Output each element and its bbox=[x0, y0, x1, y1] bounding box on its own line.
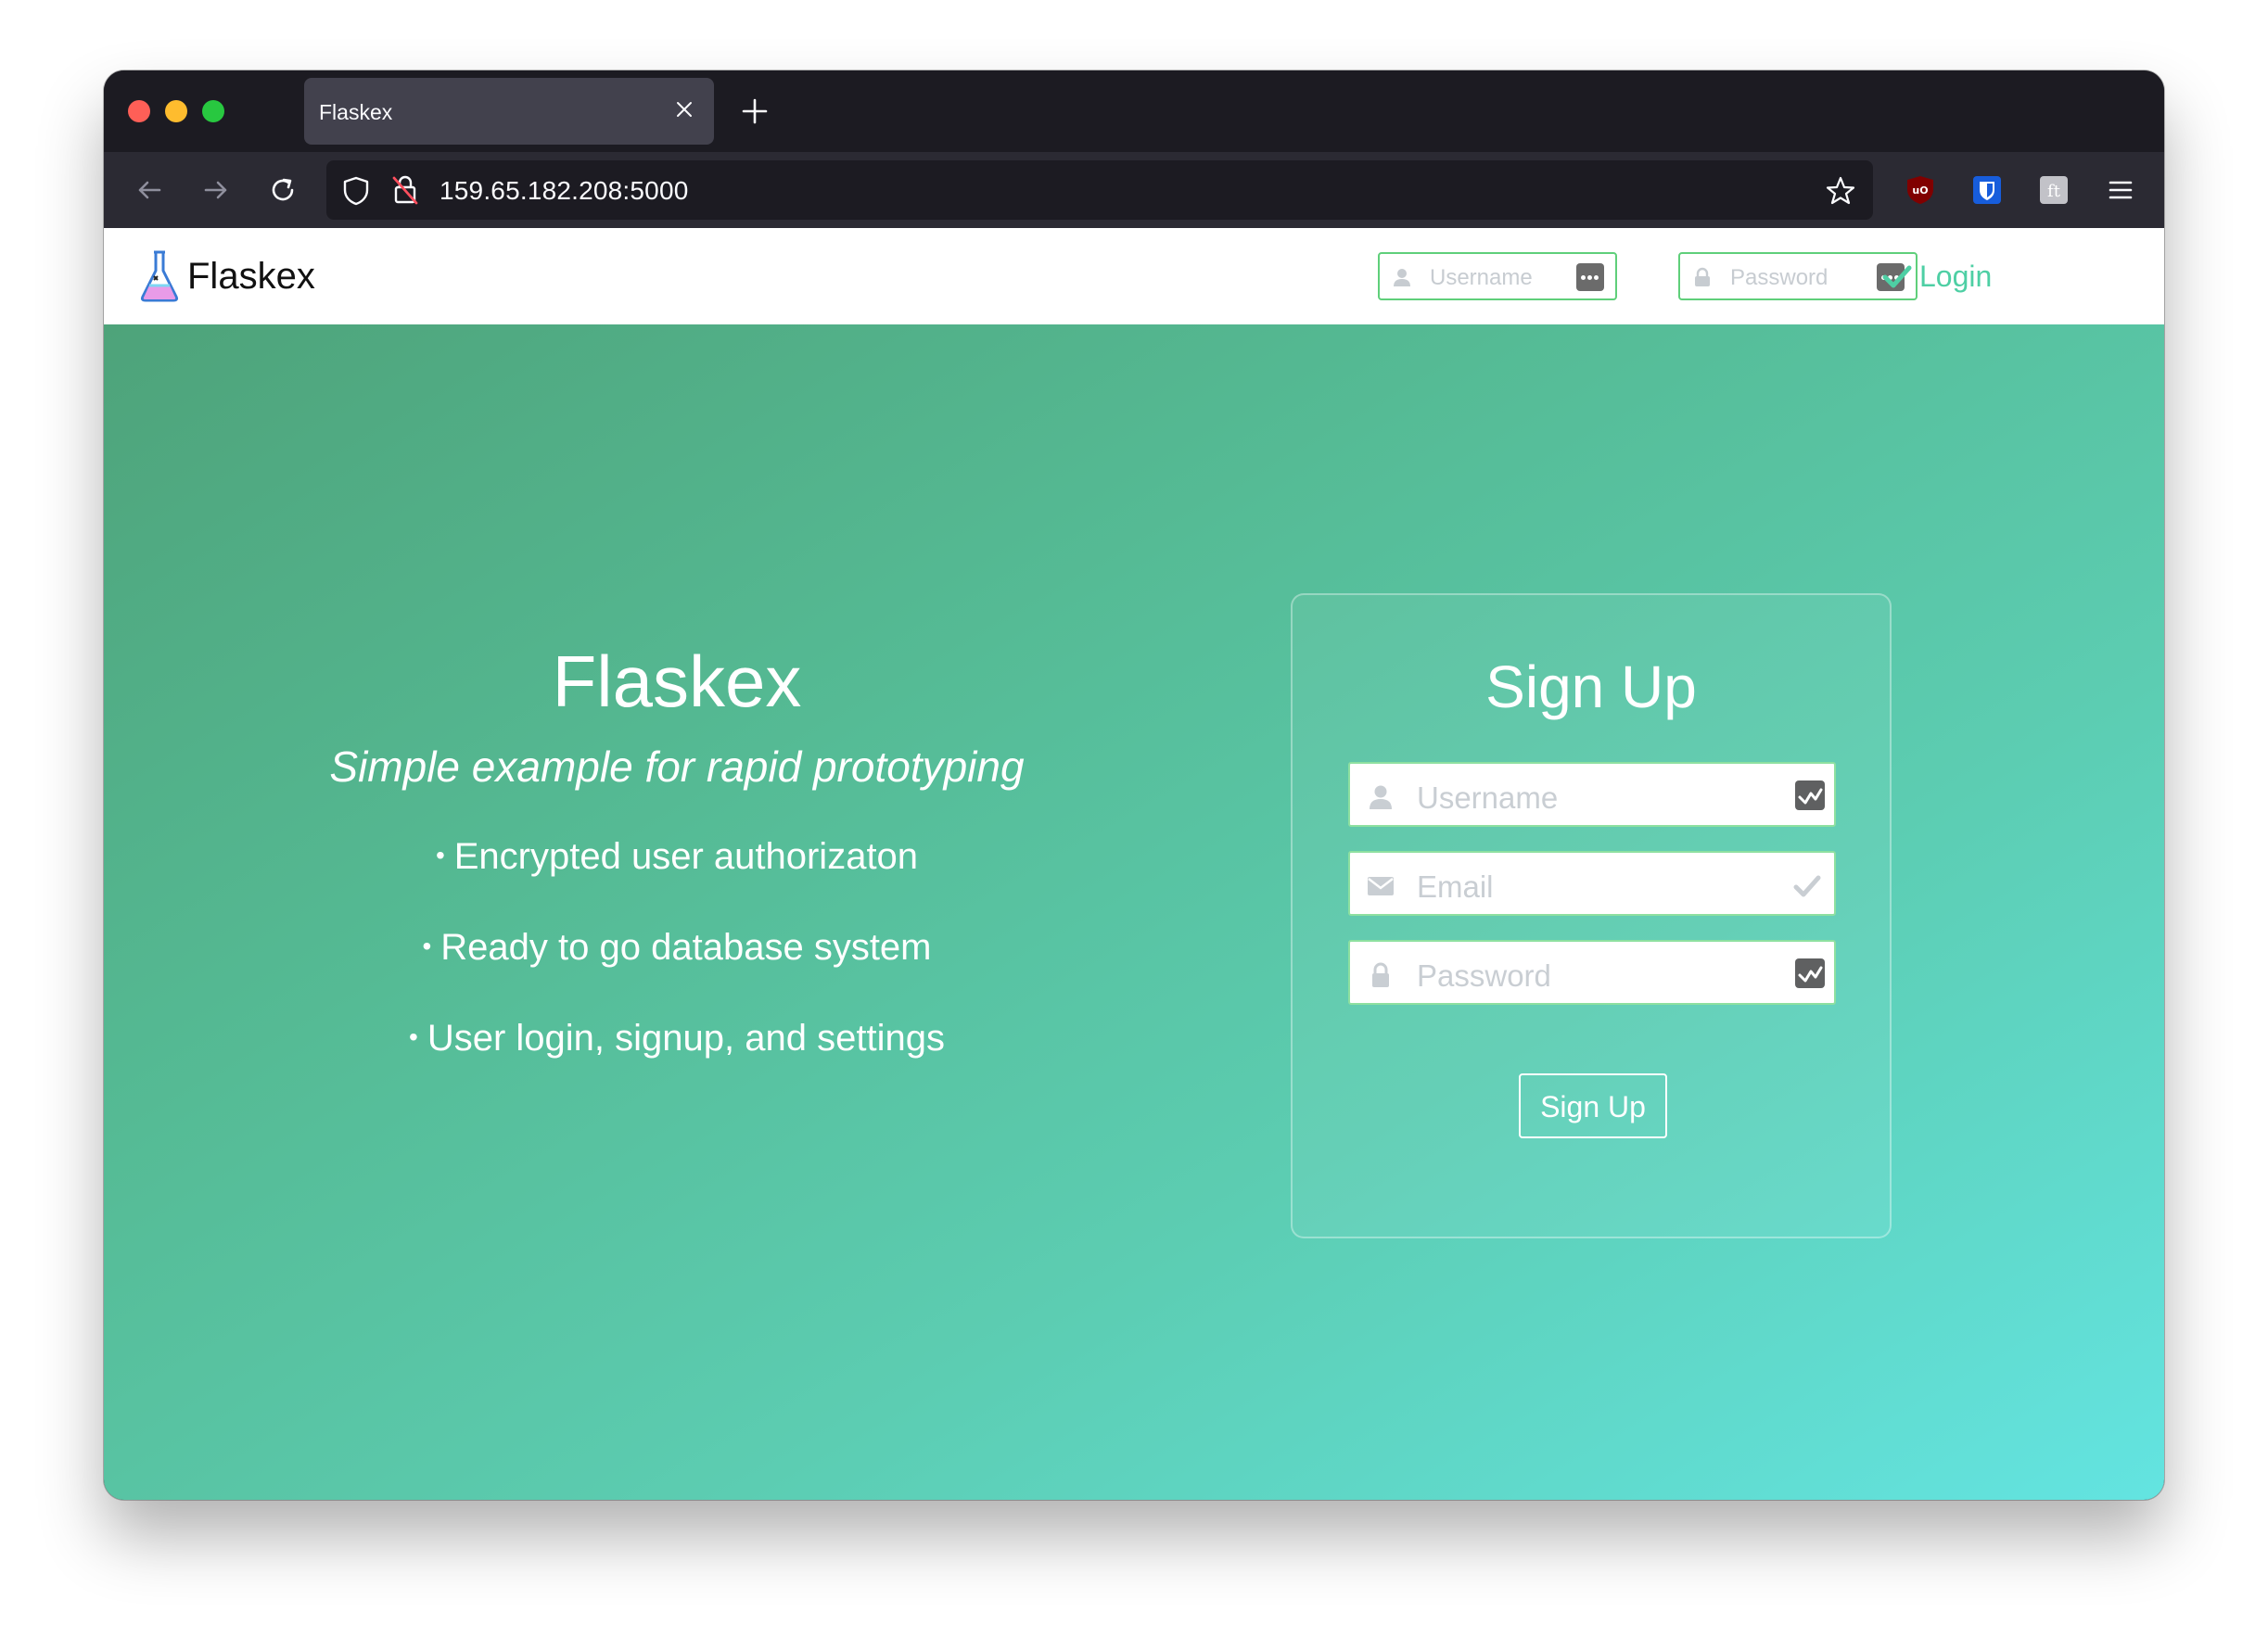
nav-password-placeholder: Password bbox=[1730, 265, 1828, 290]
password-manager-icon[interactable] bbox=[1576, 263, 1604, 291]
lock-icon bbox=[1372, 962, 1389, 987]
hero-subtitle: Simple example for rapid prototyping bbox=[329, 742, 1025, 791]
window-minimize-button[interactable] bbox=[165, 100, 187, 122]
navigation-bar: 159.65.182.208:5000 uO ft bbox=[104, 152, 2164, 228]
check-icon[interactable] bbox=[1882, 263, 1912, 289]
web-page: Flaskex Username Password Login Flaskex … bbox=[104, 228, 2164, 1500]
feature-item: • User login, signup, and settings bbox=[409, 1018, 945, 1059]
signup-title: Sign Up bbox=[1485, 654, 1697, 720]
login-link[interactable]: Login bbox=[1919, 260, 1992, 294]
signup-username-field[interactable]: Username bbox=[1348, 762, 1836, 827]
ublock-origin-icon[interactable]: uO bbox=[1905, 174, 1936, 206]
signup-card: Sign Up Username Email Password Sign Up bbox=[1291, 593, 1892, 1238]
bookmark-star-icon[interactable] bbox=[1825, 175, 1856, 207]
user-icon bbox=[1394, 269, 1410, 286]
envelope-icon bbox=[1368, 877, 1394, 895]
check-icon bbox=[1793, 875, 1821, 897]
signup-password-field[interactable]: Password bbox=[1348, 940, 1836, 1005]
feature-item: • Encrypted user authorizaton bbox=[435, 836, 919, 877]
back-arrow-icon[interactable] bbox=[132, 172, 167, 208]
brand-name[interactable]: Flaskex bbox=[187, 256, 315, 298]
feature-text: User login, signup, and settings bbox=[427, 1018, 945, 1059]
feature-item: • Ready to go database system bbox=[422, 927, 932, 968]
bitwarden-icon[interactable] bbox=[1971, 174, 2003, 206]
password-placeholder: Password bbox=[1417, 958, 1551, 993]
svg-text:ft: ft bbox=[2047, 182, 2061, 201]
shield-icon[interactable] bbox=[341, 175, 371, 207]
menu-icon[interactable] bbox=[2105, 174, 2136, 206]
window-maximize-button[interactable] bbox=[202, 100, 224, 122]
flask-logo-icon[interactable] bbox=[137, 248, 182, 304]
svg-text:uO: uO bbox=[1912, 184, 1928, 197]
browser-window: Flaskex 159.65.182.208:5000 uO ft Flaske… bbox=[104, 70, 2164, 1500]
signup-button[interactable]: Sign Up bbox=[1519, 1073, 1667, 1138]
nav-username-placeholder: Username bbox=[1430, 265, 1533, 290]
nav-username-input[interactable]: Username bbox=[1378, 252, 1617, 300]
window-close-button[interactable] bbox=[128, 100, 150, 122]
email-placeholder: Email bbox=[1417, 869, 1494, 904]
user-icon bbox=[1370, 785, 1392, 809]
address-bar[interactable]: 159.65.182.208:5000 bbox=[326, 160, 1873, 220]
url-text: 159.65.182.208:5000 bbox=[440, 176, 689, 205]
hero-section: Flaskex Simple example for rapid prototy… bbox=[104, 324, 2164, 1500]
tab-bar: Flaskex bbox=[104, 70, 2164, 152]
signup-email-field[interactable]: Email bbox=[1348, 851, 1836, 916]
insecure-lock-icon[interactable] bbox=[391, 174, 419, 206]
password-manager-icon[interactable] bbox=[1795, 780, 1825, 810]
reload-icon[interactable] bbox=[265, 172, 300, 208]
site-navbar: Flaskex Username Password Login bbox=[104, 228, 2164, 324]
close-tab-icon[interactable] bbox=[671, 96, 697, 122]
feature-text: Ready to go database system bbox=[440, 927, 932, 968]
forward-arrow-icon[interactable] bbox=[198, 172, 234, 208]
username-placeholder: Username bbox=[1417, 780, 1559, 815]
hero-title: Flaskex bbox=[552, 641, 802, 722]
browser-tab[interactable]: Flaskex bbox=[304, 78, 714, 145]
new-tab-icon[interactable] bbox=[738, 95, 771, 128]
extension-icon[interactable]: ft bbox=[2038, 174, 2070, 206]
password-manager-icon[interactable] bbox=[1795, 958, 1825, 988]
lock-icon bbox=[1695, 267, 1710, 286]
feature-text: Encrypted user authorizaton bbox=[453, 836, 919, 877]
tab-title: Flaskex bbox=[319, 100, 393, 124]
